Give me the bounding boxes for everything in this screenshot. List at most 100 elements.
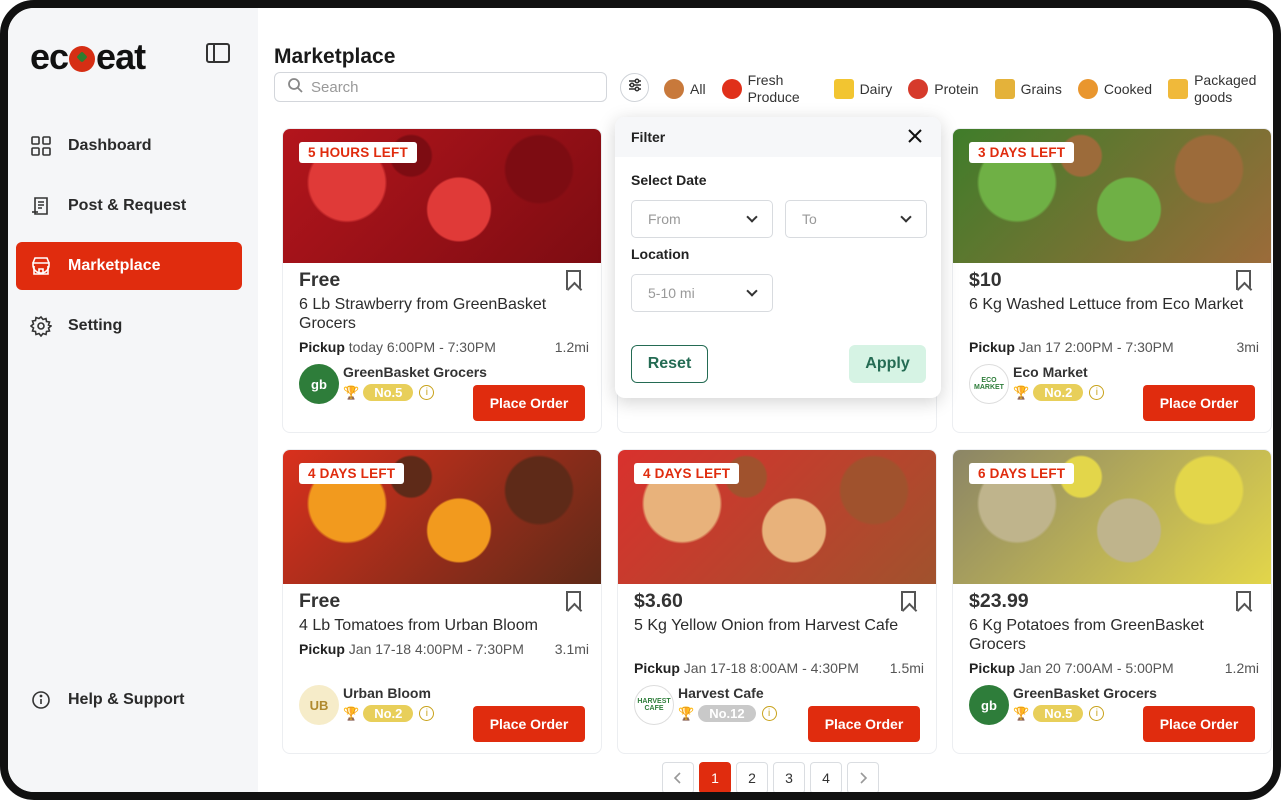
rank-badge: No.2 [1033, 384, 1084, 401]
filter-button[interactable] [620, 73, 649, 102]
sidebar-item-setting[interactable]: Setting [16, 302, 242, 350]
chevron-left-icon[interactable] [662, 762, 694, 792]
bookmark-icon[interactable] [566, 591, 581, 611]
pickup-time: Pickup today 6:00PM - 7:30PM [299, 339, 496, 355]
rank-badge: No.5 [363, 384, 414, 401]
time-left-badge: 6 DAYS LEFT [969, 463, 1075, 484]
category-dairy[interactable]: Dairy [833, 79, 893, 99]
sidebar-item-help[interactable]: Help & Support [16, 676, 242, 724]
price: $10 [969, 269, 1002, 291]
sidebar-item-marketplace[interactable]: Marketplace [16, 242, 242, 290]
sidebar-item-label: Post & Request [68, 197, 187, 214]
location-value: 5-10 mi [648, 285, 695, 301]
reset-button[interactable]: Reset [631, 345, 708, 383]
pickup-time: Pickup Jan 17-18 4:00PM - 7:30PM [299, 641, 524, 657]
category-all[interactable]: All [664, 79, 706, 99]
category-packaged-goods[interactable]: Packaged goods [1168, 72, 1264, 106]
category-fresh-produce[interactable]: Fresh Produce [721, 72, 818, 106]
close-icon[interactable] [907, 128, 923, 147]
listing-card[interactable]: 6 DAYS LEFT $23.99 6 Kg Potatoes from Gree… [952, 449, 1272, 754]
place-order-button[interactable]: Place Order [808, 706, 920, 742]
page-title: Marketplace [274, 45, 396, 68]
chevron-down-icon [900, 211, 912, 223]
page-2-button[interactable]: 2 [736, 762, 768, 792]
seller-name[interactable]: Harvest Cafe [678, 685, 764, 701]
pickup-window: Jan 17 2:00PM - 7:30PM [1018, 339, 1174, 355]
place-order-button[interactable]: Place Order [473, 706, 585, 742]
listing-card[interactable]: 5 HOURS LEFT Free 6 Lb Strawberry from Gre… [282, 128, 602, 433]
chevron-down-icon [746, 211, 758, 223]
info-icon[interactable]: i [419, 385, 435, 400]
trophy-icon: 🏆 [678, 705, 695, 721]
category-label: Protein [934, 80, 979, 97]
category-label: Cooked [1103, 80, 1153, 97]
pickup-info: Pickup Jan 17-18 8:00AM - 4:30PM 1.5mi [634, 660, 924, 676]
page-1-button[interactable]: 1 [699, 762, 731, 792]
gear-icon [30, 315, 52, 337]
category-protein[interactable]: Protein [908, 79, 979, 99]
place-order-button[interactable]: Place Order [473, 385, 585, 421]
chevron-right-icon[interactable] [847, 762, 879, 792]
pickup-label: Pickup [969, 339, 1015, 355]
category-label: Dairy [859, 80, 893, 97]
info-icon[interactable]: i [1089, 706, 1105, 721]
bookmark-icon[interactable] [1236, 591, 1251, 611]
tomato-icon [69, 46, 96, 72]
seller-rank: 🏆 No.2 i [343, 705, 435, 722]
date-to-select[interactable]: To [785, 200, 927, 238]
category-grains[interactable]: Grains [994, 79, 1062, 99]
pickup-info: Pickup Jan 20 7:00AM - 5:00PM 1.2mi [969, 660, 1259, 676]
sidebar-item-post-request[interactable]: Post & Request [16, 182, 242, 230]
info-icon[interactable]: i [419, 706, 435, 721]
seller-name[interactable]: Eco Market [1013, 364, 1088, 380]
listing-card[interactable]: 4 DAYS LEFT Free 4 Lb Tomatoes from Urban … [282, 449, 602, 754]
date-from-select[interactable]: From [631, 200, 773, 238]
pickup-window: Jan 17-18 4:00PM - 7:30PM [348, 641, 524, 657]
pickup-info: Pickup Jan 17 2:00PM - 7:30PM 3mi [969, 339, 1259, 355]
logo[interactable]: ec eat [30, 36, 146, 78]
location-select[interactable]: 5-10 mi [631, 274, 773, 312]
basket-icon [664, 79, 684, 99]
pickup-time: Pickup Jan 17-18 8:00AM - 4:30PM [634, 660, 859, 676]
place-order-button[interactable]: Place Order [1143, 706, 1255, 742]
bookmark-icon[interactable] [901, 591, 916, 611]
sidebar-item-dashboard[interactable]: Dashboard [16, 122, 242, 170]
pickup-info: Pickup today 6:00PM - 7:30PM 1.2mi [299, 339, 589, 355]
filter-title: Filter [631, 129, 666, 145]
listing-title: 4 Lb Tomatoes from Urban Bloom [299, 617, 538, 634]
pagination: 1234 [662, 762, 884, 792]
category-cooked[interactable]: Cooked [1077, 79, 1153, 99]
sidebar-item-label: Setting [68, 317, 123, 334]
sliders-icon [627, 77, 643, 98]
apply-button[interactable]: Apply [849, 345, 926, 383]
grid-icon [30, 135, 52, 157]
info-icon [30, 689, 52, 711]
store-icon [30, 255, 52, 277]
listing-card[interactable]: 4 DAYS LEFT $3.60 5 Kg Yellow Onion from H… [617, 449, 937, 754]
info-icon[interactable]: i [761, 706, 777, 721]
info-icon[interactable]: i [1089, 385, 1105, 400]
seller-rank: 🏆 No.12 i [678, 705, 777, 722]
bookmark-icon[interactable] [566, 270, 581, 290]
time-left-badge: 4 DAYS LEFT [299, 463, 405, 484]
sidebar-toggle-icon[interactable] [206, 43, 230, 63]
pickup-label: Pickup [299, 339, 345, 355]
category-label: Grains [1020, 80, 1062, 97]
search-input[interactable]: Search [274, 72, 607, 102]
listing-card[interactable]: 3 DAYS LEFT $10 6 Kg Washed Lettuce from E… [952, 128, 1272, 433]
seller-name[interactable]: Urban Bloom [343, 685, 431, 701]
meat-icon [908, 79, 929, 99]
page-4-button[interactable]: 4 [810, 762, 842, 792]
price: Free [299, 590, 341, 612]
page-3-button[interactable]: 3 [773, 762, 805, 792]
category-label: Packaged goods [1194, 72, 1257, 105]
listing-title: 6 Kg Potatoes from GreenBasket Grocers [969, 617, 1204, 653]
seller-name[interactable]: GreenBasket Grocers [343, 364, 487, 380]
bookmark-icon[interactable] [1236, 270, 1251, 290]
seller-avatar: UB [299, 685, 339, 725]
trophy-icon: 🏆 [343, 384, 360, 400]
place-order-button[interactable]: Place Order [1143, 385, 1255, 421]
seller-rank: 🏆 No.2 i [1013, 384, 1105, 401]
seller-name[interactable]: GreenBasket Grocers [1013, 685, 1157, 701]
date-from-placeholder: From [648, 211, 681, 227]
